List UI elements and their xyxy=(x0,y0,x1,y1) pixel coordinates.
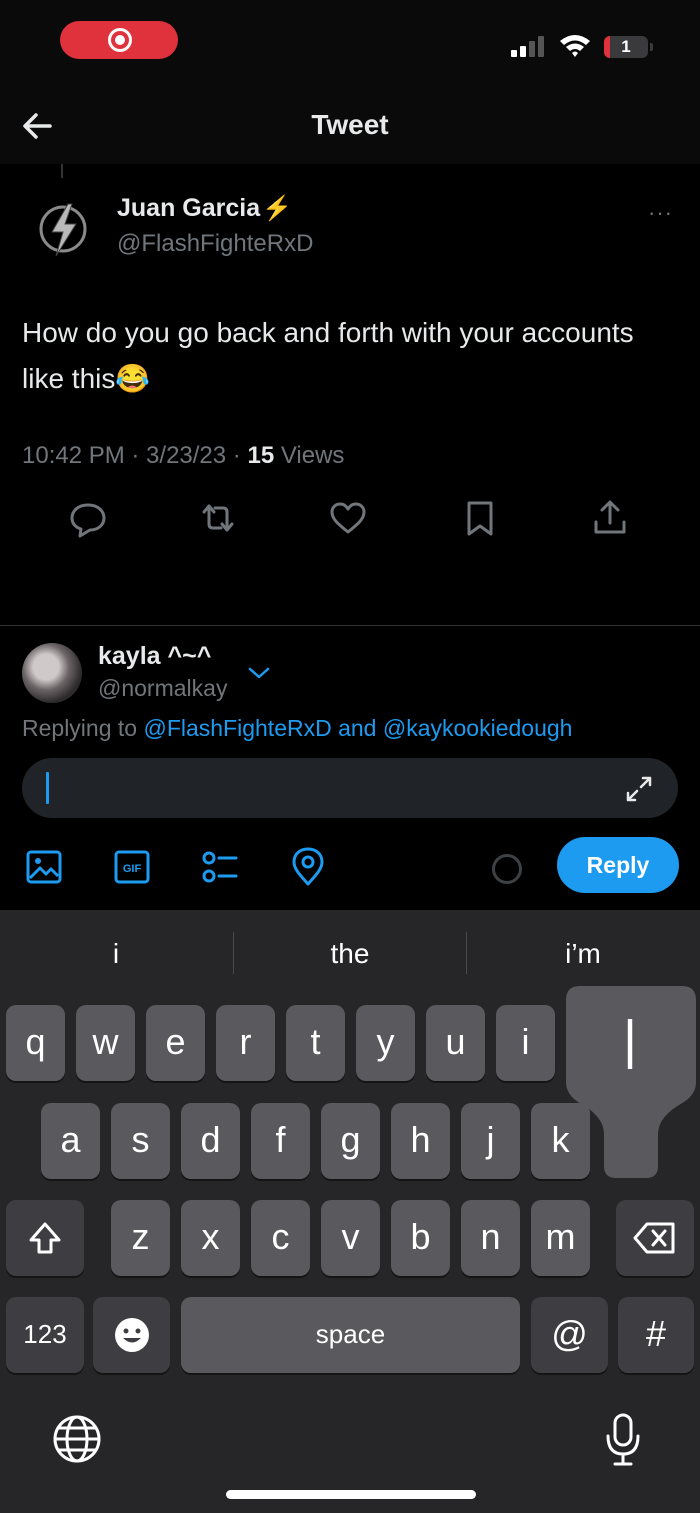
lightning-emoji: ⚡ xyxy=(262,195,293,222)
user-avatar[interactable] xyxy=(22,643,82,703)
key-e[interactable]: e xyxy=(146,1005,205,1081)
globe-icon[interactable] xyxy=(52,1414,102,1464)
image-icon[interactable] xyxy=(24,847,64,887)
suggestion-item[interactable]: i’m xyxy=(467,938,699,970)
reply-icon[interactable] xyxy=(68,498,108,538)
key-g[interactable]: g xyxy=(321,1103,380,1179)
replying-to-user-link[interactable]: @kaykookiedough xyxy=(383,715,573,741)
gif-icon[interactable]: GIF xyxy=(112,847,152,887)
replying-to-label: Replying to xyxy=(22,715,144,741)
reply-composer: kayla ^~^ @normalkay Replying to @FlashF… xyxy=(0,627,700,910)
key-b[interactable]: b xyxy=(391,1200,450,1276)
battery-level: 1 xyxy=(621,37,631,56)
author-name-text: Juan Garcia xyxy=(117,194,261,222)
key-t[interactable]: t xyxy=(286,1005,345,1081)
key-f[interactable]: f xyxy=(251,1103,310,1179)
bookmark-icon[interactable] xyxy=(460,498,500,538)
replying-to-user-link[interactable]: @FlashFighteRxD xyxy=(143,715,331,741)
suggestion-item[interactable]: i xyxy=(0,938,232,970)
key-i[interactable]: i xyxy=(496,1005,555,1081)
microphone-icon[interactable] xyxy=(603,1412,643,1468)
cellular-signal-icon xyxy=(511,35,547,57)
top-bar: Tweet xyxy=(0,92,700,164)
views-label[interactable]: Views xyxy=(274,442,345,469)
battery-icon: 1 xyxy=(604,36,653,58)
tweet-actions xyxy=(0,498,700,542)
numbers-key[interactable]: 123 xyxy=(6,1297,84,1373)
views-count[interactable]: 15 xyxy=(247,442,274,469)
emoji-key[interactable] xyxy=(93,1297,170,1373)
chevron-down-icon[interactable] xyxy=(247,665,271,681)
author-handle[interactable]: @FlashFighteRxD xyxy=(117,230,313,258)
shift-key[interactable] xyxy=(6,1200,84,1276)
key-q[interactable]: q xyxy=(6,1005,65,1081)
at-key[interactable]: @ xyxy=(531,1297,608,1373)
user-name: kayla ^~^ xyxy=(98,642,212,670)
poll-icon[interactable] xyxy=(200,847,240,887)
key-n[interactable]: n xyxy=(461,1200,520,1276)
tweet: Juan Garcia⚡ @FlashFighteRxD ··· How do … xyxy=(0,164,700,626)
record-icon xyxy=(108,28,132,52)
key-m[interactable]: m xyxy=(531,1200,590,1276)
delete-key[interactable] xyxy=(616,1200,694,1276)
like-icon[interactable] xyxy=(328,498,368,538)
composer-toolbar: GIF Reply xyxy=(0,837,700,893)
popup-char: | xyxy=(623,1010,637,1070)
replying-to: Replying to @FlashFighteRxD and @kaykook… xyxy=(22,715,572,742)
tweet-timestamp: 10:42 PM · 3/23/23 · xyxy=(22,442,248,469)
text-caret xyxy=(46,772,49,804)
tweet-text: How do you go back and forth with your a… xyxy=(22,317,634,394)
hash-key[interactable]: # xyxy=(618,1297,694,1373)
thread-line xyxy=(61,164,63,178)
author-avatar[interactable] xyxy=(38,196,88,262)
more-options-icon[interactable]: ··· xyxy=(648,200,673,226)
wifi-icon xyxy=(560,35,590,57)
expand-icon[interactable] xyxy=(624,774,654,804)
key-a[interactable]: a xyxy=(41,1103,100,1179)
page-title: Tweet xyxy=(311,109,389,140)
share-icon[interactable] xyxy=(590,498,630,538)
status-bar: 1 xyxy=(0,0,700,92)
key-c[interactable]: c xyxy=(251,1200,310,1276)
space-key[interactable]: space xyxy=(181,1297,520,1373)
key-h[interactable]: h xyxy=(391,1103,450,1179)
key-x[interactable]: x xyxy=(181,1200,240,1276)
location-icon[interactable] xyxy=(288,847,328,887)
reply-button[interactable]: Reply xyxy=(557,837,679,893)
emoji-icon xyxy=(114,1318,149,1352)
home-indicator[interactable] xyxy=(226,1490,476,1499)
key-z[interactable]: z xyxy=(111,1200,170,1276)
shift-icon xyxy=(29,1222,61,1254)
screen-recording-indicator[interactable] xyxy=(60,21,178,59)
key-r[interactable]: r xyxy=(216,1005,275,1081)
key-j[interactable]: j xyxy=(461,1103,520,1179)
key-u[interactable]: u xyxy=(426,1005,485,1081)
predictive-suggestions: i the i’m xyxy=(0,910,700,992)
user-handle: @normalkay xyxy=(98,675,228,701)
reply-input[interactable] xyxy=(22,758,678,818)
suggestion-item[interactable]: the xyxy=(234,938,466,970)
retweet-icon[interactable] xyxy=(198,498,238,538)
key-v[interactable]: v xyxy=(321,1200,380,1276)
key-press-popup: | xyxy=(566,986,696,1178)
backspace-icon xyxy=(633,1222,675,1254)
author-name[interactable]: Juan Garcia⚡ xyxy=(117,194,292,223)
key-d[interactable]: d xyxy=(181,1103,240,1179)
key-s[interactable]: s xyxy=(111,1103,170,1179)
replying-and-label[interactable]: and xyxy=(332,715,383,741)
svg-text:GIF: GIF xyxy=(123,863,142,875)
character-count-ring xyxy=(492,854,522,884)
key-w[interactable]: w xyxy=(76,1005,135,1081)
tweet-meta: 10:42 PM · 3/23/23 · 15 Views xyxy=(22,442,344,470)
key-y[interactable]: y xyxy=(356,1005,415,1081)
